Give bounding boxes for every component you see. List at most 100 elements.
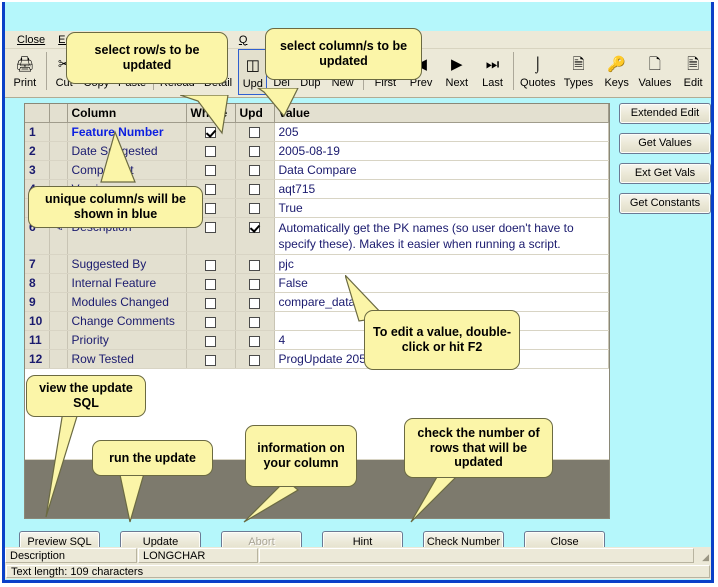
- where-checkbox[interactable]: [205, 278, 216, 290]
- value-cell[interactable]: aqt715: [274, 179, 609, 199]
- grid-header-icon: [49, 104, 68, 123]
- menu-item-query[interactable]: Q: [233, 33, 255, 47]
- upd-checkbox[interactable]: [249, 203, 260, 215]
- column-name-cell[interactable]: Internal Feature: [67, 273, 187, 294]
- table-row[interactable]: 12 Row Tested ProgUpdate 205_datacom: [25, 349, 609, 370]
- row-marker-cell: [49, 330, 68, 351]
- upd-checkbox-cell[interactable]: [235, 311, 275, 332]
- application-window: ⚯ Problog - Feature - Update Row ✕ Close…: [0, 0, 718, 587]
- row-number-cell[interactable]: 2: [25, 141, 50, 161]
- row-number-cell[interactable]: 1: [25, 122, 50, 142]
- upd-checkbox[interactable]: [249, 354, 260, 366]
- where-checkbox-cell[interactable]: [186, 160, 236, 180]
- toolbar-label-values: Values: [638, 77, 672, 89]
- status-bar-secondary: Text length: 109 characters: [5, 564, 711, 579]
- toolbar-button-next[interactable]: ▶ Next: [439, 49, 475, 95]
- row-number-cell[interactable]: 10: [25, 311, 50, 332]
- upd-checkbox[interactable]: [249, 146, 260, 158]
- extended-edit-button[interactable]: Extended Edit: [619, 103, 711, 124]
- get-values-button[interactable]: Get Values: [619, 133, 711, 154]
- callout-tail-unique-blue: [95, 130, 145, 185]
- toolbar-button-edit[interactable]: 🗎 Edit: [675, 49, 711, 95]
- toolbar-label-keys: Keys: [604, 77, 629, 89]
- upd-checkbox-cell[interactable]: [235, 179, 275, 199]
- table-row[interactable]: 7 Suggested By pjc: [25, 254, 609, 275]
- upd-checkbox[interactable]: [249, 127, 260, 139]
- where-checkbox-cell[interactable]: [186, 273, 236, 294]
- toolbar-button-last[interactable]: ⏭ Last: [475, 49, 511, 95]
- upd-checkbox-cell[interactable]: [235, 330, 275, 351]
- where-checkbox-cell[interactable]: [186, 141, 236, 161]
- row-marker-cell: [49, 122, 68, 142]
- toolbar-button-print[interactable]: 🖨 Print: [7, 49, 43, 95]
- row-number-cell[interactable]: 12: [25, 349, 50, 370]
- value-cell[interactable]: 205: [274, 122, 609, 142]
- toolbar-button-keys[interactable]: 🔑 Keys: [599, 49, 635, 95]
- table-row[interactable]: 9 Modules Changed compare_data: [25, 292, 609, 313]
- upd-checkbox-cell[interactable]: [235, 254, 275, 275]
- update-icon: ◫: [245, 56, 260, 74]
- upd-checkbox-cell[interactable]: [235, 292, 275, 313]
- where-checkbox[interactable]: [205, 146, 216, 158]
- column-name-cell[interactable]: Suggested By: [67, 254, 187, 275]
- upd-checkbox-cell[interactable]: [235, 160, 275, 180]
- toolbar-button-values[interactable]: 🗋 Values: [635, 49, 676, 95]
- row-number-cell[interactable]: 9: [25, 292, 50, 313]
- column-name-cell[interactable]: Row Tested: [67, 349, 187, 370]
- where-checkbox-cell[interactable]: [186, 311, 236, 332]
- value-cell[interactable]: pjc: [274, 254, 609, 275]
- table-row[interactable]: 8 Internal Feature False: [25, 273, 609, 294]
- row-number-cell[interactable]: 7: [25, 254, 50, 275]
- where-checkbox[interactable]: [205, 203, 216, 215]
- upd-checkbox[interactable]: [249, 222, 260, 234]
- column-name-cell[interactable]: Modules Changed: [67, 292, 187, 313]
- where-checkbox[interactable]: [205, 335, 216, 347]
- upd-checkbox[interactable]: [249, 316, 260, 328]
- status-column-type: LONGCHAR: [138, 548, 258, 563]
- resize-grip-icon[interactable]: ◢: [695, 547, 711, 564]
- where-checkbox[interactable]: [205, 165, 216, 177]
- menu-item-close[interactable]: Close: [11, 33, 52, 47]
- upd-checkbox[interactable]: [249, 335, 260, 347]
- upd-checkbox-cell[interactable]: [235, 198, 275, 218]
- where-checkbox-cell[interactable]: [186, 254, 236, 275]
- upd-checkbox[interactable]: [249, 184, 260, 196]
- value-cell[interactable]: 2005-08-19: [274, 141, 609, 161]
- ext-get-vals-button[interactable]: Ext Get Vals: [619, 163, 711, 184]
- upd-checkbox[interactable]: [249, 297, 260, 309]
- where-checkbox[interactable]: [205, 297, 216, 309]
- where-checkbox-cell[interactable]: [186, 292, 236, 313]
- column-name-cell[interactable]: Change Comments: [67, 311, 187, 332]
- row-marker-cell: [49, 311, 68, 332]
- where-checkbox-cell[interactable]: [186, 330, 236, 351]
- value-cell[interactable]: Data Compare: [274, 160, 609, 180]
- toolbar-button-types[interactable]: 🗎 Types: [558, 49, 599, 95]
- where-checkbox-cell[interactable]: [186, 349, 236, 370]
- table-row[interactable]: 10 Change Comments: [25, 311, 609, 332]
- row-number-cell[interactable]: 8: [25, 273, 50, 294]
- where-checkbox[interactable]: [205, 184, 216, 196]
- upd-checkbox-cell[interactable]: [235, 349, 275, 370]
- where-checkbox[interactable]: [205, 354, 216, 366]
- column-name-cell[interactable]: Priority: [67, 330, 187, 351]
- table-row[interactable]: 11 Priority 4: [25, 330, 609, 351]
- upd-checkbox[interactable]: [249, 259, 260, 271]
- status-text-length: Text length: 109 characters: [6, 565, 710, 578]
- where-checkbox[interactable]: [205, 222, 216, 234]
- upd-checkbox[interactable]: [249, 278, 260, 290]
- get-constants-button[interactable]: Get Constants: [619, 193, 711, 214]
- upd-checkbox-cell[interactable]: [235, 217, 275, 256]
- value-cell[interactable]: Automatically get the PK names (so user …: [274, 217, 609, 256]
- upd-checkbox-cell[interactable]: [235, 141, 275, 161]
- where-checkbox[interactable]: [205, 259, 216, 271]
- row-number-cell[interactable]: 3: [25, 160, 50, 180]
- toolbar-button-quotes[interactable]: ⌡ Quotes: [517, 49, 558, 95]
- callout-tail-select-columns: [250, 88, 310, 118]
- value-cell[interactable]: True: [274, 198, 609, 218]
- where-checkbox[interactable]: [205, 316, 216, 328]
- row-number-cell[interactable]: 11: [25, 330, 50, 351]
- value-cell[interactable]: False: [274, 273, 609, 294]
- upd-checkbox[interactable]: [249, 165, 260, 177]
- callout-run-update: run the update: [92, 440, 213, 476]
- upd-checkbox-cell[interactable]: [235, 273, 275, 294]
